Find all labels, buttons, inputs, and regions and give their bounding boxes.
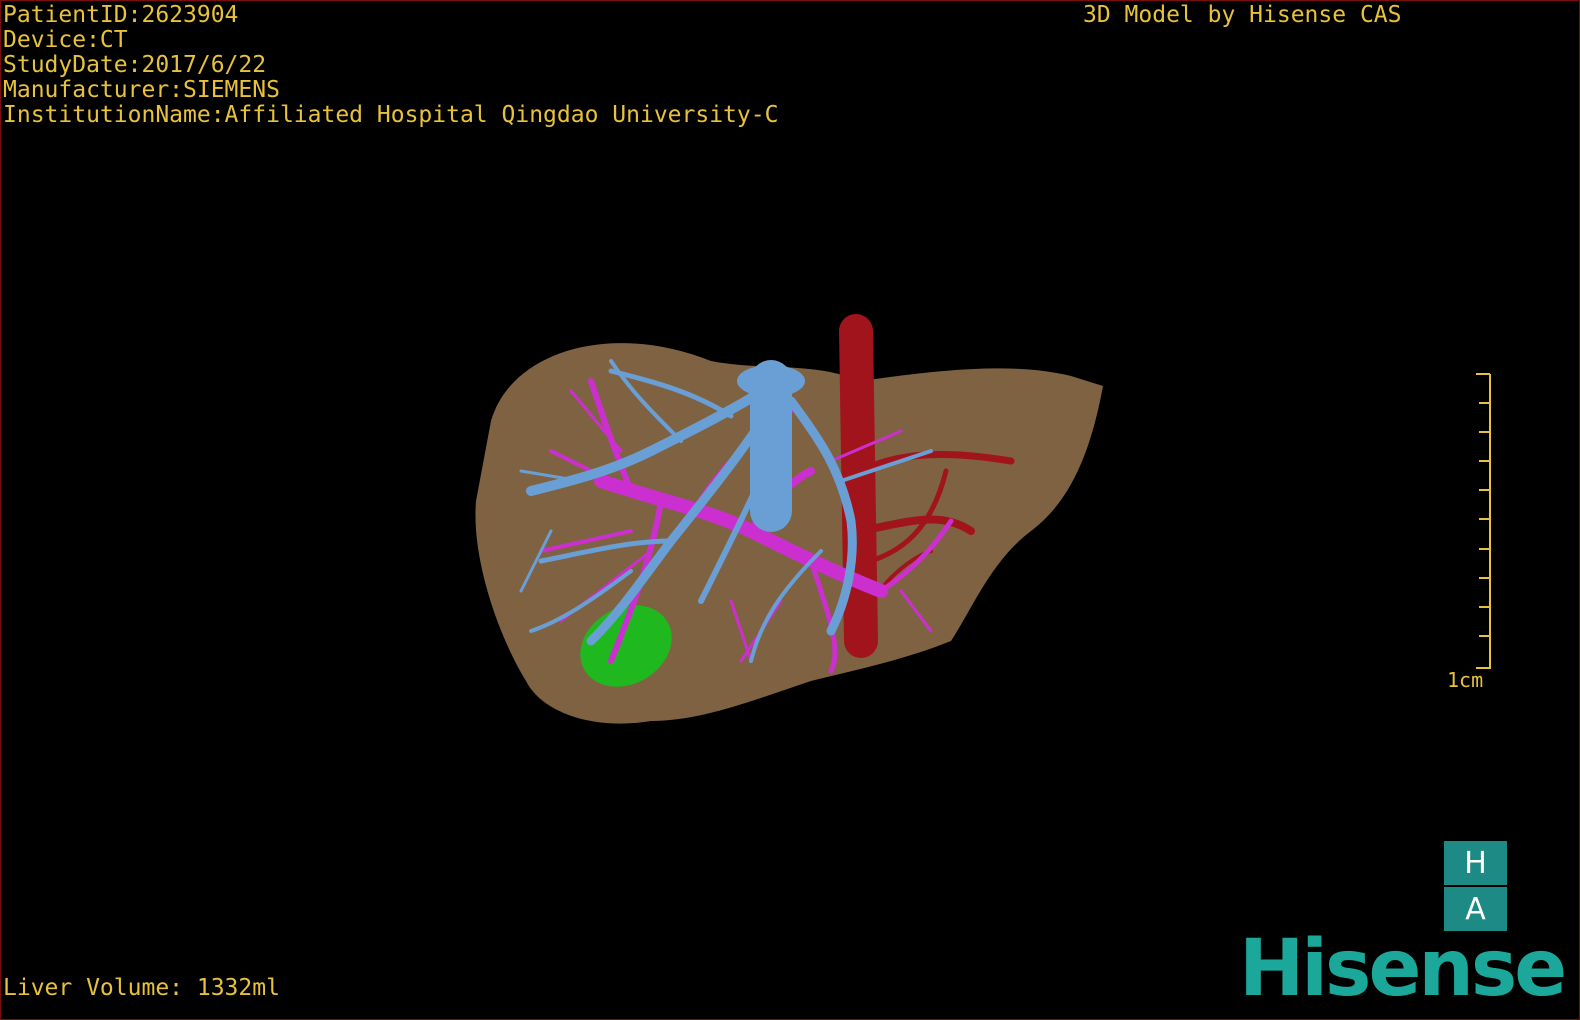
orientation-cube-top[interactable]: H bbox=[1444, 841, 1507, 885]
liver-volume: Liver Volume: 1332ml bbox=[3, 975, 280, 1001]
scale-label: 1cm bbox=[1447, 668, 1484, 692]
liver-3d-model[interactable] bbox=[431, 301, 1151, 751]
patient-id: PatientID:2623904 bbox=[3, 2, 239, 28]
3d-viewport[interactable]: PatientID:2623904 Device:CT StudyDate:20… bbox=[0, 0, 1580, 1020]
model-credit: 3D Model by Hisense CAS bbox=[1083, 2, 1402, 28]
hisense-logo-text: Hisense bbox=[1239, 924, 1567, 1014]
institution-name: InstitutionName:Affiliated Hospital Qing… bbox=[3, 102, 779, 128]
dicom-info-overlay: PatientID:2623904 Device:CT StudyDate:20… bbox=[3, 3, 778, 128]
device: Device:CT bbox=[3, 27, 128, 53]
ivc-confluence bbox=[737, 365, 805, 397]
hisense-logo: Hisense bbox=[1239, 929, 1567, 1009]
manufacturer: Manufacturer:SIEMENS bbox=[3, 77, 280, 103]
scale-bar bbox=[1476, 373, 1491, 669]
study-date: StudyDate:2017/6/22 bbox=[3, 52, 267, 78]
